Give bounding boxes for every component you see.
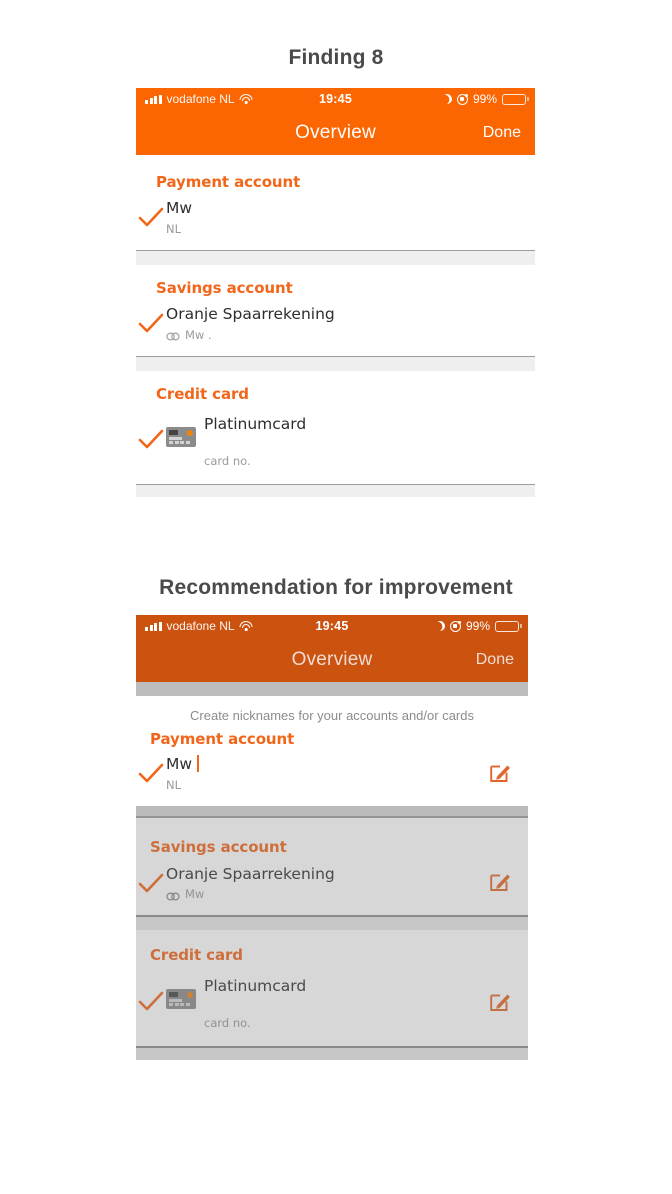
section-savings-account: Savings account Oranje Spaarrekening Mw … — [136, 265, 535, 356]
section-gap-band — [136, 1047, 528, 1060]
group-title-creditcard: Credit card — [156, 385, 249, 404]
battery-percent-label: 99% — [465, 619, 490, 633]
account-subtext-label: NL — [166, 777, 182, 792]
text-cursor — [197, 755, 200, 772]
account-subtext-label: Mw . — [185, 327, 212, 342]
account-subtext-label: Mw — [185, 887, 205, 902]
nav-bar: Overview Done — [136, 110, 535, 155]
phone-screen-finding: vodafone NL 19:45 99% Overview Done Paym… — [136, 88, 535, 530]
nickname-hint: Create nicknames for your accounts and/o… — [190, 708, 474, 723]
top-gap-band — [136, 682, 528, 696]
chain-link-icon — [166, 890, 180, 901]
group-title-payment: Payment account — [150, 730, 295, 748]
account-row-payment[interactable]: Mw NL — [136, 748, 528, 806]
nickname-input[interactable]: Mw — [166, 755, 488, 774]
account-subtext-label: NL — [166, 221, 182, 236]
account-row-savings[interactable]: Oranje Spaarrekening Mw — [136, 856, 528, 916]
section-gap-band — [136, 251, 535, 266]
section-savings-account: Savings account Oranje Spaarrekening Mw — [136, 817, 528, 916]
group-title-creditcard: Credit card — [150, 946, 243, 965]
recommendation-caption: Recommendation for improvement — [159, 576, 513, 599]
do-not-disturb-moon-icon — [435, 621, 445, 631]
check-icon — [136, 865, 166, 895]
check-icon — [136, 199, 166, 229]
check-icon — [136, 415, 166, 451]
section-credit-card: Credit card Platinumcard card no. — [136, 371, 535, 484]
done-button[interactable]: Done — [476, 651, 514, 669]
edit-pencil-icon[interactable] — [488, 989, 512, 1013]
group-title-savings: Savings account — [150, 837, 287, 856]
battery-percent-label: 99% — [472, 92, 497, 106]
edit-pencil-icon[interactable] — [488, 760, 512, 784]
finding-caption: Finding 8 — [288, 46, 384, 69]
status-bar-right: 99% — [435, 619, 519, 633]
status-bar: vodafone NL 19:45 99% — [136, 615, 528, 637]
nav-title: Overview — [295, 121, 376, 143]
account-row-creditcard[interactable]: Platinumcard card no. — [136, 403, 535, 484]
account-subtext: Mw . — [166, 328, 519, 342]
account-subtext-label: card no. — [204, 453, 251, 468]
account-details-creditcard: Platinumcard card no. — [204, 977, 488, 1030]
section-gap-band — [136, 485, 535, 498]
account-name: Platinumcard — [204, 415, 307, 434]
chain-link-icon — [166, 330, 180, 341]
battery-icon — [502, 93, 526, 105]
credit-card-icon — [166, 989, 196, 1010]
section-credit-card: Credit card Platinumcard card no. — [136, 930, 528, 1046]
account-subtext-label: card no. — [204, 1015, 251, 1030]
account-subtext: card no. — [204, 1016, 488, 1030]
account-details-payment: Mw NL — [166, 755, 488, 792]
edit-pencil-icon[interactable] — [488, 869, 512, 893]
section-gap-band — [136, 917, 528, 931]
nav-title: Overview — [291, 648, 373, 670]
account-name: Oranje Spaarrekening — [166, 864, 335, 883]
account-name: Oranje Spaarrekening — [166, 305, 335, 324]
account-details-creditcard: Platinumcard card no. — [204, 415, 519, 468]
account-name: Mw — [166, 199, 193, 217]
account-details-payment: Mw NL — [166, 199, 519, 236]
rotation-lock-icon — [456, 93, 468, 105]
account-subtext: Mw — [166, 887, 488, 901]
account-subtext: NL — [166, 778, 488, 792]
battery-icon — [495, 620, 519, 632]
account-name: Mw — [166, 755, 193, 773]
status-bar-right: 99% — [442, 92, 526, 106]
account-details-savings: Oranje Spaarrekening Mw . — [166, 305, 519, 342]
account-subtext: card no. — [204, 454, 519, 468]
account-details-savings: Oranje Spaarrekening Mw — [166, 865, 488, 902]
do-not-disturb-moon-icon — [442, 94, 452, 104]
section-payment-account: Create nicknames for your accounts and/o… — [136, 696, 528, 806]
section-gap-band — [136, 357, 535, 372]
phone-screen-recommendation: vodafone NL 19:45 99% Overview Done Crea… — [136, 615, 528, 1096]
check-icon — [136, 305, 166, 335]
check-icon — [136, 977, 166, 1013]
account-row-savings[interactable]: Oranje Spaarrekening Mw . — [136, 297, 535, 356]
section-payment-account: Payment account Mw NL — [136, 155, 535, 250]
done-button[interactable]: Done — [483, 124, 521, 142]
account-subtext: NL — [166, 222, 519, 236]
status-bar: vodafone NL 19:45 99% — [136, 88, 535, 110]
rotation-lock-icon — [449, 620, 461, 632]
account-row-creditcard[interactable]: Platinumcard card no. — [136, 964, 528, 1046]
account-name: Platinumcard — [204, 977, 307, 996]
account-row-payment[interactable]: Mw NL — [136, 191, 535, 250]
group-title-savings: Savings account — [156, 279, 293, 298]
nav-bar: Overview Done — [136, 637, 528, 682]
group-title-payment: Payment account — [156, 173, 301, 191]
check-icon — [136, 755, 166, 785]
section-gap-band — [136, 805, 528, 816]
credit-card-icon — [166, 427, 196, 448]
